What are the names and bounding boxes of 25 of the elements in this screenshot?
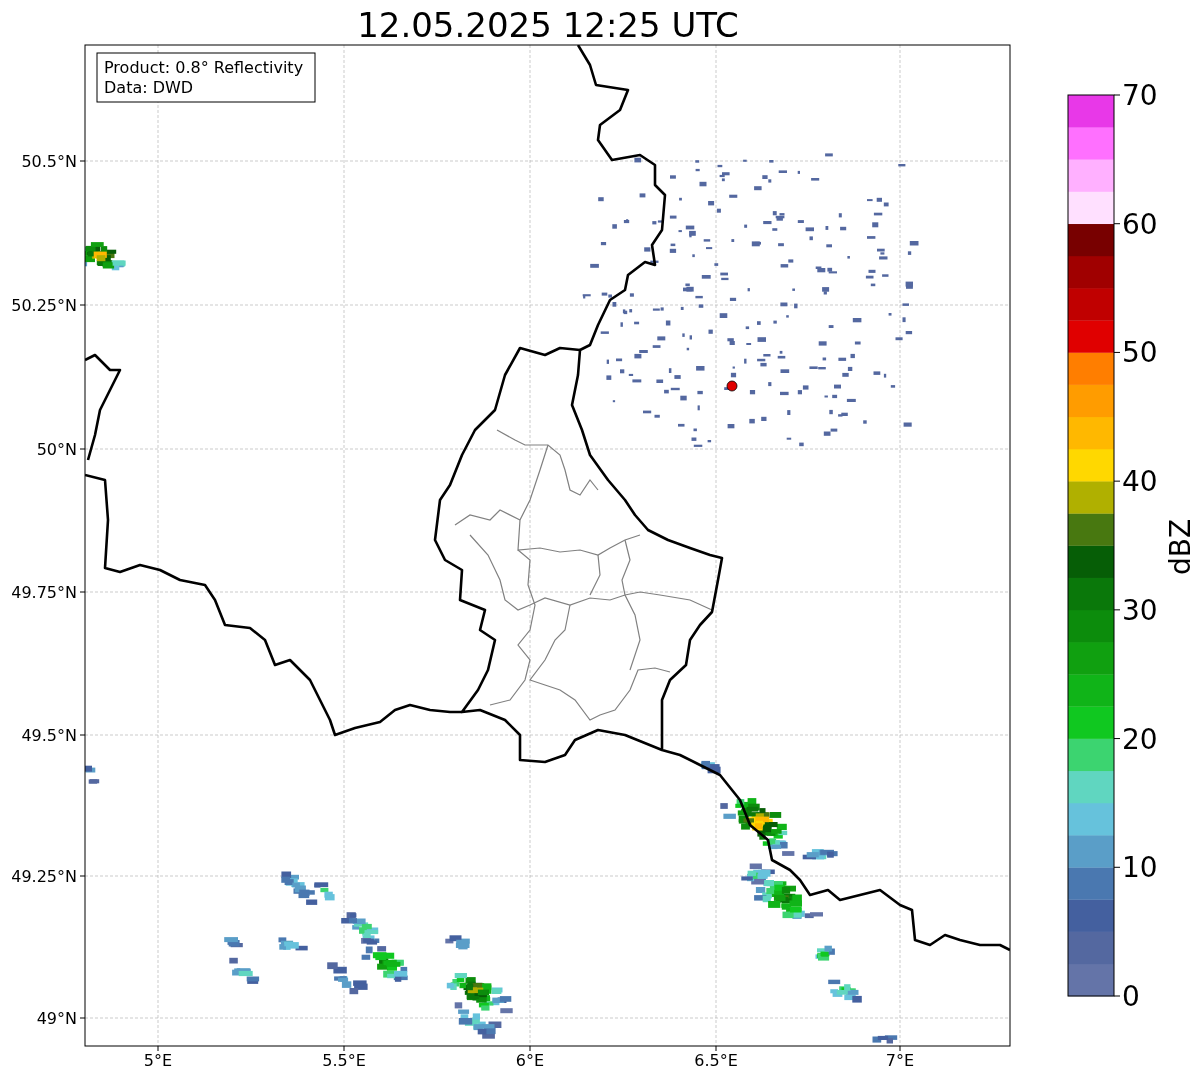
colorbar-tick-label: 30 xyxy=(1122,593,1158,627)
axis-tick-label: 6.5°E xyxy=(694,1051,738,1070)
colorbar-tick-label: 0 xyxy=(1122,980,1140,1013)
axis-tick-label: 49.5°N xyxy=(21,726,77,745)
axis-tick-label: 5°E xyxy=(143,1051,173,1070)
axis-tick-label: 49.75°N xyxy=(11,583,77,602)
axis-tick-label: 6°E xyxy=(515,1051,545,1070)
colorbar-tick-label: 60 xyxy=(1122,207,1158,241)
colorbar-tick-label: 70 xyxy=(1122,79,1158,112)
info-text: Product: 0.8° Reflectivity xyxy=(104,58,304,77)
axis-tick-label: 49.25°N xyxy=(11,867,77,886)
colorbar-tick-label: 40 xyxy=(1122,465,1158,499)
axis-tick-label: 7°E xyxy=(885,1051,915,1070)
axis-tick-label: 50°N xyxy=(36,440,77,459)
axis-tick-label: 50.25°N xyxy=(11,296,77,315)
info-text: Data: DWD xyxy=(104,78,194,97)
axis-tick-label: 50.5°N xyxy=(21,152,77,171)
chart-title: 12.05.2025 12:25 UTC xyxy=(357,5,739,45)
axis-tick-label: 5.5°E xyxy=(322,1051,366,1070)
radar-site-marker xyxy=(726,380,738,392)
colorbar-tick-label: 20 xyxy=(1122,722,1158,756)
axis-tick-label: 49°N xyxy=(36,1009,77,1028)
colorbar-tick-label: 10 xyxy=(1122,851,1158,885)
colorbar-label: dBZ xyxy=(1164,518,1197,576)
colorbar-tick-label: 50 xyxy=(1122,336,1158,370)
